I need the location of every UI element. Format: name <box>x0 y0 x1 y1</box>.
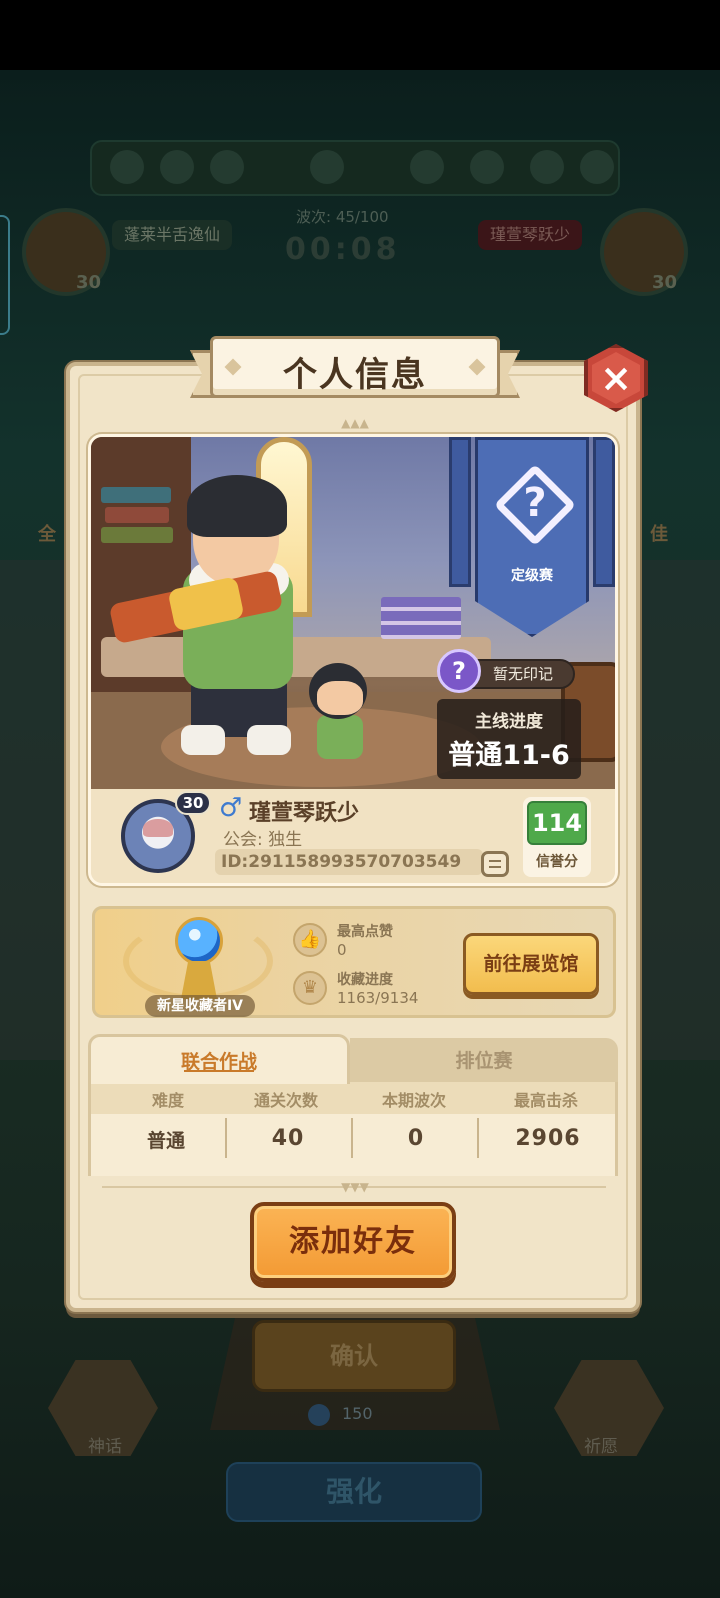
title-ribbon: 个人信息 <box>190 336 520 406</box>
rank-label: 定级赛 <box>511 568 553 584</box>
divider-ornament-bottom: ▼▼▼ <box>341 1180 369 1194</box>
header-max-kills: 最高击杀 <box>513 1091 578 1110</box>
main-progress-value: 普通11-6 <box>448 740 570 771</box>
table-header-row: 难度 通关次数 本期波次 最高击杀 <box>91 1082 615 1114</box>
slot-icon <box>210 150 244 184</box>
rank-question-icon: ? <box>523 480 547 526</box>
trophy-small-icon: ♛ <box>293 971 327 1005</box>
mark-question-icon: ? <box>452 657 466 685</box>
enhance-button: 强化 <box>226 1462 482 1522</box>
mini-face <box>317 681 363 715</box>
trophy-icon <box>167 917 231 1007</box>
mark-badge-icon[interactable]: ? <box>437 649 481 693</box>
slot-icon <box>410 150 444 184</box>
divider-ornament-top: ▲▲▲ <box>341 416 369 430</box>
credit-panel: 114 信誉分 <box>523 797 591 877</box>
male-icon: ♂ <box>219 793 243 823</box>
copy-id-button[interactable] <box>481 851 509 877</box>
modal-title: 个人信息 <box>283 355 427 395</box>
slot-icon <box>160 150 194 184</box>
collector-title: 新星收藏者IV <box>145 995 255 1017</box>
collection-progress-label: 收藏进度 <box>337 972 393 988</box>
records-section: 联合作战 排位赛 难度 通关次数 本期波次 最高击杀 普通 40 0 2906 <box>88 1034 618 1176</box>
side-frame <box>0 215 10 335</box>
wave-counter: 波次: 45/100 <box>296 208 389 226</box>
player-name: 瑾萱琴跃少 <box>249 801 360 826</box>
tab-co-op[interactable]: 联合作战 <box>88 1034 350 1084</box>
column-divider <box>477 1118 479 1158</box>
hero-boot <box>247 725 291 755</box>
thumbs-up-icon: 👍 <box>293 923 327 957</box>
side-right-label: 佳 <box>650 524 668 545</box>
gem-icon <box>308 1404 330 1426</box>
ribbon-body: 个人信息 <box>210 336 500 398</box>
book <box>105 507 169 523</box>
active-tab-indicator <box>184 1070 254 1072</box>
left-player-level: 30 <box>76 272 102 293</box>
trophy-stand <box>181 961 217 999</box>
slot-icon <box>530 150 564 184</box>
banner-side-right <box>593 437 615 587</box>
right-player-name: 瑾萱琴跃少 <box>478 220 583 250</box>
likes-label: 最高点赞 <box>337 924 393 940</box>
close-icon: × <box>600 356 632 400</box>
slot-icon <box>580 150 614 184</box>
header-wave: 本期波次 <box>381 1091 446 1110</box>
trophy-orb <box>175 917 223 965</box>
banner-main: ? 定级赛 <box>475 437 589 637</box>
banner-side-left <box>449 437 471 587</box>
cell-max-kills: 2906 <box>515 1126 581 1151</box>
collection-progress-value: 1163/9134 <box>337 989 419 1007</box>
credit-score: 114 <box>527 801 587 845</box>
table <box>101 637 491 677</box>
cell-difficulty: 普通 <box>146 1130 185 1152</box>
mini-character <box>309 663 369 773</box>
slot-icon <box>470 150 504 184</box>
slot-icon <box>310 150 344 184</box>
slot-icon <box>110 150 144 184</box>
cost-value: 150 <box>342 1404 373 1423</box>
cell-clears: 40 <box>271 1126 305 1151</box>
right-player-level: 30 <box>652 272 678 293</box>
player-id: ID:2911589935707035​49 <box>221 852 462 872</box>
profile-card: ? 定级赛 ? 暂无印记 主线进度 普通11-6 30 ♂ 瑾萱琴跃少 公会: … <box>88 434 618 886</box>
main-progress-title: 主线进度 <box>475 712 543 732</box>
mini-body <box>317 715 363 759</box>
player-info-row: 30 ♂ 瑾萱琴跃少 公会: 独生 ID:2911589935707035​49… <box>91 789 615 883</box>
book <box>101 487 171 503</box>
mark-text: 暂无印记 <box>493 665 554 683</box>
wish-label: 祈愿 <box>584 1437 618 1457</box>
header-clears: 通关次数 <box>253 1091 318 1110</box>
tab-ranked[interactable]: 排位赛 <box>350 1038 618 1084</box>
records-table: 难度 通关次数 本期波次 最高击杀 普通 40 0 2906 <box>88 1082 618 1176</box>
guild-name: 公会: 独生 <box>223 830 303 850</box>
status-bar-area <box>0 0 720 70</box>
battle-timer: 00:08 <box>285 232 401 267</box>
header-difficulty: 难度 <box>151 1091 184 1110</box>
credit-label: 信誉分 <box>536 854 578 870</box>
likes-value: 0 <box>337 941 347 959</box>
avatar-face <box>143 819 173 837</box>
confirm-button: 确认 <box>252 1320 456 1392</box>
gallery-button[interactable]: 前往展览馆 <box>463 933 599 995</box>
side-left-label: 全 <box>38 524 56 545</box>
level-badge: 30 <box>175 791 211 815</box>
main-progress-box: 主线进度 普通11-6 <box>437 699 581 779</box>
cell-wave: 0 <box>407 1126 425 1151</box>
collection-panel: 新星收藏者IV 👍 最高点赞 0 ♛ 收藏进度 1163/9134 前往展览馆 <box>92 906 616 1018</box>
left-player-name: 蓬莱半舌逸仙 <box>112 220 233 250</box>
hero-boot <box>181 725 225 755</box>
hero-hair <box>187 475 287 537</box>
rank-banner: ? 定级赛 <box>449 437 615 637</box>
myth-label: 神话 <box>88 1437 122 1457</box>
add-friend-button[interactable]: 添加好友 <box>250 1202 456 1282</box>
character-scene: ? 定级赛 ? 暂无印记 主线进度 普通11-6 <box>91 437 615 789</box>
book <box>101 527 173 543</box>
